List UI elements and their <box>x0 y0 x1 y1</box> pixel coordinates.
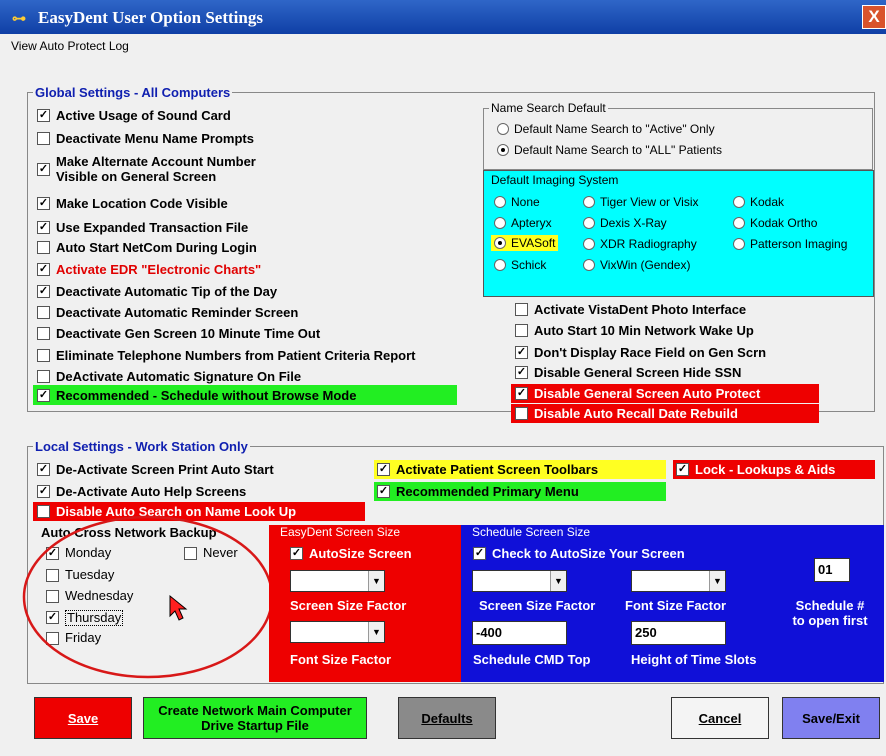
hide-ssn-checkbox[interactable]: ✓ Disable General Screen Hide SSN <box>515 365 741 380</box>
lock-lookups-checkbox[interactable]: ✓ Lock - Lookups & Aids <box>673 460 875 479</box>
time-slot-height-input[interactable]: 250 <box>631 621 726 645</box>
deactivate-reminder-checkbox[interactable]: Deactivate Automatic Reminder Screen <box>37 305 298 320</box>
eliminate-phone-checkbox[interactable]: Eliminate Telephone Numbers from Patient… <box>37 348 416 363</box>
checkbox-box[interactable]: ✓ <box>37 285 50 298</box>
schedule-font-factor-label: Font Size Factor <box>625 598 727 613</box>
imaging-none-radio[interactable]: None <box>494 195 540 209</box>
checkbox-box[interactable]: ✓ <box>37 221 50 234</box>
patient-toolbars-checkbox[interactable]: ✓ Activate Patient Screen Toolbars <box>374 460 666 479</box>
disable-auto-protect-checkbox[interactable]: ✓ Disable General Screen Auto Protect <box>511 384 819 403</box>
schedule-screen-factor-label: Screen Size Factor <box>479 598 596 613</box>
screen-print-checkbox[interactable]: ✓ De-Activate Screen Print Auto Start <box>37 462 274 477</box>
activate-edr-checkbox[interactable]: ✓ Activate EDR "Electronic Charts" <box>37 262 261 277</box>
save-exit-button[interactable]: Save/Exit <box>782 697 880 739</box>
chevron-down-icon[interactable]: ▼ <box>368 571 384 591</box>
easydent-autosize-checkbox[interactable]: ✓ AutoSize Screen <box>290 546 412 561</box>
cancel-button[interactable]: Cancel <box>671 697 769 739</box>
disable-recall-rebuild-checkbox[interactable]: Disable Auto Recall Date Rebuild <box>511 404 819 423</box>
imaging-system-legend: Default Imaging System <box>491 173 619 187</box>
checkbox-box[interactable] <box>37 370 50 383</box>
save-button[interactable]: Save <box>34 697 132 739</box>
easydent-screen-size-title: EasyDent Screen Size <box>280 525 401 539</box>
checkbox-box[interactable]: ✓ <box>37 263 50 276</box>
imaging-tiger-radio[interactable]: Tiger View or Visix <box>583 195 698 209</box>
checkbox-box[interactable]: ✓ <box>37 388 50 402</box>
expanded-transaction-checkbox[interactable]: ✓ Use Expanded Transaction File <box>37 220 248 235</box>
schedule-screen-factor-select[interactable]: ▼ <box>472 570 567 592</box>
easydent-font-factor-label: Font Size Factor <box>290 652 392 667</box>
local-settings-legend: Local Settings - Work Station Only <box>33 439 250 454</box>
create-startup-file-button[interactable]: Create Network Main Computer Drive Start… <box>143 697 367 739</box>
checkbox-box[interactable] <box>37 132 50 145</box>
red-circle-annotation <box>22 515 274 679</box>
auto-help-checkbox[interactable]: ✓ De-Activate Auto Help Screens <box>37 484 246 499</box>
name-search-all-radio[interactable]: Default Name Search to "ALL" Patients <box>497 143 722 157</box>
imaging-dexis-radio[interactable]: Dexis X-Ray <box>583 216 667 230</box>
global-settings-legend: Global Settings - All Computers <box>33 85 233 100</box>
imaging-evasoft-radio[interactable]: EVASoft <box>491 235 559 251</box>
schedule-number-label: Schedule # to open first <box>792 598 868 628</box>
checkbox-box[interactable]: ✓ <box>37 163 50 176</box>
easydent-screen-factor-select[interactable]: ▼ <box>290 570 385 592</box>
imaging-kodak-radio[interactable]: Kodak <box>733 195 784 209</box>
race-field-checkbox[interactable]: ✓ Don't Display Race Field on Gen Scrn <box>515 345 766 360</box>
imaging-patterson-radio[interactable]: Patterson Imaging <box>733 237 847 251</box>
primary-menu-checkbox[interactable]: ✓ Recommended Primary Menu <box>374 482 666 501</box>
schedule-number-input[interactable]: 01 <box>814 558 850 582</box>
imaging-xdr-radio[interactable]: XDR Radiography <box>583 237 697 251</box>
network-wake-checkbox[interactable]: Auto Start 10 Min Network Wake Up <box>515 323 754 338</box>
checkbox-box[interactable]: ✓ <box>37 109 50 122</box>
imaging-apteryx-radio[interactable]: Apteryx <box>494 216 552 230</box>
radio-dot[interactable] <box>497 123 509 135</box>
vistadent-photo-checkbox[interactable]: Activate VistaDent Photo Interface <box>515 302 746 317</box>
schedule-screen-size-title: Schedule Screen Size <box>472 525 591 539</box>
imaging-schick-radio[interactable]: Schick <box>494 258 546 272</box>
checkbox-box[interactable] <box>37 327 50 340</box>
checkbox-box[interactable] <box>37 349 50 362</box>
schedule-cmd-top-label: Schedule CMD Top <box>473 652 591 667</box>
easydent-screen-factor-label: Screen Size Factor <box>290 598 407 613</box>
time-slot-height-label: Height of Time Slots <box>631 652 757 667</box>
location-code-checkbox[interactable]: ✓ Make Location Code Visible <box>37 196 228 211</box>
recommended-schedule-checkbox[interactable]: ✓ Recommended - Schedule without Browse M… <box>33 385 457 405</box>
checkbox-box[interactable]: ✓ <box>37 197 50 210</box>
chevron-down-icon[interactable]: ▼ <box>550 571 566 591</box>
chevron-down-icon[interactable]: ▼ <box>368 622 384 642</box>
deactivate-signature-checkbox[interactable]: DeActivate Automatic Signature On File <box>37 369 301 384</box>
imaging-system-group <box>483 170 874 297</box>
alternate-account-checkbox[interactable]: ✓ Make Alternate Account Number Visible on… <box>37 154 256 184</box>
chevron-down-icon[interactable]: ▼ <box>709 571 725 591</box>
menu-view-auto-protect-log[interactable]: View Auto Protect Log <box>11 39 129 53</box>
schedule-cmd-top-input[interactable]: -400 <box>472 621 567 645</box>
deactivate-tip-checkbox[interactable]: ✓ Deactivate Automatic Tip of the Day <box>37 284 277 299</box>
schedule-autosize-checkbox[interactable]: ✓ Check to AutoSize Your Screen <box>473 546 685 561</box>
deactivate-menu-prompts-checkbox[interactable]: Deactivate Menu Name Prompts <box>37 131 254 146</box>
name-search-legend: Name Search Default <box>489 101 608 115</box>
mouse-cursor-icon <box>169 594 188 621</box>
close-button[interactable]: X <box>862 5 886 29</box>
schedule-font-factor-select[interactable]: ▼ <box>631 570 726 592</box>
radio-dot[interactable] <box>497 144 509 156</box>
key-icon: ⊶ <box>12 10 26 26</box>
checkbox-box[interactable] <box>37 241 50 254</box>
easydent-font-factor-select[interactable]: ▼ <box>290 621 385 643</box>
auto-start-netcom-checkbox[interactable]: Auto Start NetCom During Login <box>37 240 257 255</box>
imaging-kodak-ortho-radio[interactable]: Kodak Ortho <box>733 216 817 230</box>
deactivate-timeout-checkbox[interactable]: Deactivate Gen Screen 10 Minute Time Out <box>37 326 320 341</box>
defaults-button[interactable]: Defaults <box>398 697 496 739</box>
name-search-group <box>483 108 873 170</box>
active-sound-card-checkbox[interactable]: ✓ Active Usage of Sound Card <box>37 108 231 123</box>
checkbox-box[interactable] <box>37 306 50 319</box>
imaging-vixwin-radio[interactable]: VixWin (Gendex) <box>583 258 690 272</box>
name-search-active-radio[interactable]: Default Name Search to "Active" Only <box>497 122 715 136</box>
window-title: EasyDent User Option Settings <box>38 8 263 27</box>
